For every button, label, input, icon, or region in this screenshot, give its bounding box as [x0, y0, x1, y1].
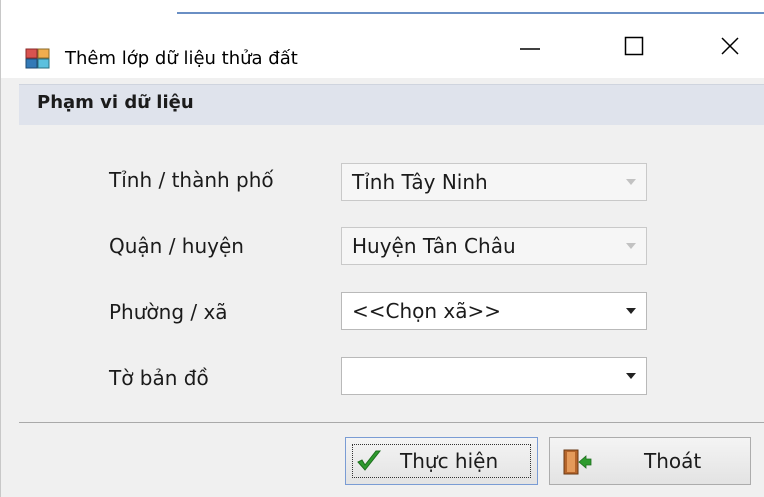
chevron-down-icon	[626, 373, 636, 379]
section-title: Phạm vi dữ liệu	[37, 92, 194, 113]
chevron-down-icon	[626, 179, 636, 185]
ward-combo[interactable]: <<Chọn xã>>	[341, 292, 647, 330]
footer-divider	[19, 422, 764, 423]
province-combo[interactable]: Tỉnh Tây Ninh	[341, 163, 647, 201]
maximize-button[interactable]	[599, 14, 669, 78]
exit-label: Thoát	[644, 449, 702, 473]
exit-button[interactable]: Thoát	[549, 437, 751, 485]
map-sheet-label: Tờ bản đồ	[109, 366, 209, 390]
green-check-icon	[357, 450, 382, 471]
window-app-icon	[25, 48, 50, 69]
province-value: Tỉnh Tây Ninh	[352, 170, 488, 194]
district-combo[interactable]: Huyện Tân Châu	[341, 227, 647, 265]
minimize-button[interactable]	[495, 14, 565, 78]
dialog-window: Thêm lớp dữ liệu thửa đất Phạm vi dữ liệ…	[0, 0, 764, 497]
window-top-edge	[1, 0, 764, 14]
ward-label: Phường / xã	[109, 300, 228, 324]
section-header: Phạm vi dữ liệu	[19, 84, 764, 125]
minimize-icon	[520, 48, 540, 50]
chevron-down-icon	[626, 243, 636, 249]
district-value: Huyện Tân Châu	[352, 234, 516, 258]
execute-button[interactable]: Thực hiện	[345, 437, 538, 485]
district-label: Quận / huyện	[109, 234, 244, 258]
chevron-down-icon	[626, 308, 636, 314]
province-label: Tỉnh / thành phố	[109, 168, 274, 192]
ward-value: <<Chọn xã>>	[352, 299, 502, 323]
window-title: Thêm lớp dữ liệu thửa đất	[65, 48, 298, 69]
close-button[interactable]	[695, 14, 764, 78]
maximize-icon	[624, 36, 644, 56]
map-sheet-combo[interactable]	[341, 357, 647, 395]
exit-door-icon	[563, 449, 592, 475]
execute-label: Thực hiện	[400, 449, 499, 473]
close-icon	[721, 37, 739, 55]
